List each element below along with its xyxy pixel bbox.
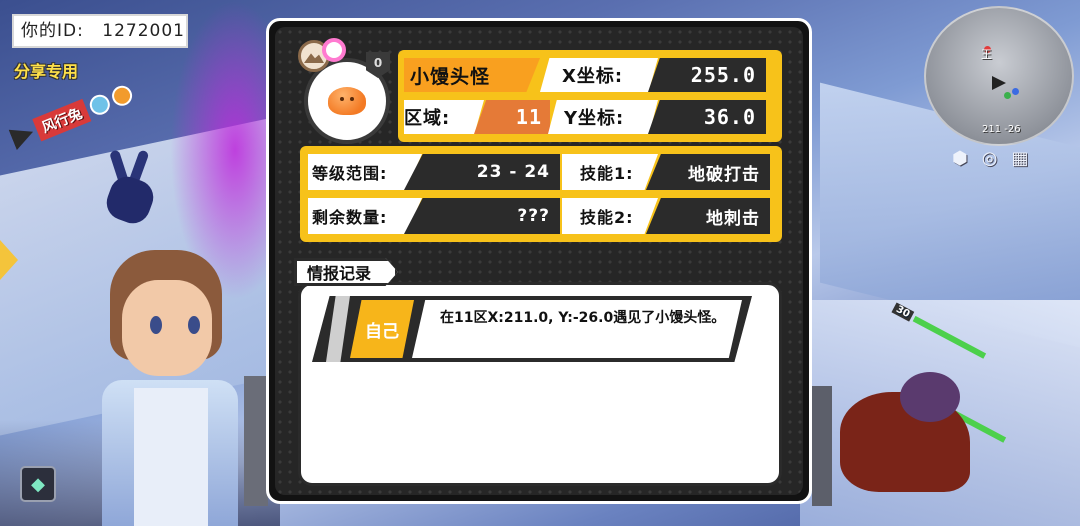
- player-id-label: 你的ID:: [21, 21, 84, 41]
- zone-value-cell: 11: [474, 100, 550, 134]
- player-id-value: 1272001: [102, 21, 185, 41]
- background-structure: [244, 376, 268, 506]
- mountain-icon: [304, 53, 324, 63]
- background-structure: [812, 386, 832, 506]
- monster-avatar: 0: [298, 38, 394, 144]
- character-apron: [134, 388, 208, 526]
- zone-label-cell: 区域:: [404, 100, 484, 134]
- record-text: 在11区X:211.0, Y:-26.0遇见了小馒头怪。: [440, 310, 726, 326]
- skill-slot-button[interactable]: ◆: [20, 466, 56, 502]
- skill1-label-cell: 技能1:: [562, 154, 658, 190]
- remaining-value-cell: ???: [404, 198, 560, 234]
- level-range-value-cell: 23 - 24: [404, 154, 560, 190]
- remaining-count-label: 剩余数量:: [312, 208, 388, 227]
- minimap[interactable]: 王 211 -26: [924, 6, 1074, 146]
- remaining-label-cell: 剩余数量:: [308, 198, 422, 234]
- bunny-ear-icon: [86, 91, 113, 118]
- x-coordinate-label: X坐标:: [562, 66, 624, 87]
- x-coordinate-label-cell: X坐标:: [540, 58, 658, 92]
- zone-label: 区域:: [404, 108, 451, 129]
- skill2-label-cell: 技能2:: [562, 198, 658, 234]
- map-icon[interactable]: ▦: [1011, 148, 1028, 169]
- target-icon[interactable]: ◎: [982, 148, 998, 169]
- player-character: [96, 250, 246, 526]
- location-pin-icon[interactable]: ⬢: [952, 148, 968, 169]
- skill1-value-cell: 地破打击: [646, 154, 770, 190]
- remaining-count-value: ???: [517, 206, 550, 226]
- skill2-label: 技能2:: [580, 208, 634, 227]
- x-coordinate-value: 255.0: [690, 63, 756, 87]
- y-coordinate-value: 36.0: [703, 105, 756, 129]
- skill1-value: 地破打击: [688, 164, 760, 185]
- red-monster[interactable]: [830, 372, 980, 492]
- player-id-box: 你的ID: 1272001: [12, 14, 188, 48]
- ally-marker: [1012, 88, 1019, 95]
- minimap-place-name: 王: [981, 48, 992, 61]
- element-ring-icon: [322, 38, 346, 62]
- skill2-value-cell: 地刺击: [646, 198, 770, 234]
- character-eye: [150, 316, 162, 334]
- skill1-label: 技能1:: [580, 164, 634, 183]
- zone-value: 11: [515, 105, 542, 129]
- player-direction-icon: [992, 76, 1006, 90]
- minimap-toolbar: ⬢ ◎ ▦: [952, 148, 1028, 169]
- share-only-label: 分享专用: [14, 62, 79, 81]
- level-range-value: 23 - 24: [476, 162, 550, 182]
- x-coordinate-value-cell: 255.0: [648, 58, 766, 92]
- y-coordinate-value-cell: 36.0: [648, 100, 766, 134]
- list-item[interactable]: 自己 在11区X:211.0, Y:-26.0遇见了小馒头怪。: [312, 296, 752, 362]
- diamond-icon: ◆: [31, 473, 45, 495]
- y-coordinate-label-cell: Y坐标:: [548, 100, 658, 134]
- skill2-value: 地刺击: [706, 208, 760, 229]
- monster-name: 小馒头怪: [410, 65, 491, 88]
- level-range-label: 等级范围:: [312, 164, 388, 183]
- intel-section-title: 情报记录: [294, 258, 398, 286]
- character-eye: [188, 316, 200, 334]
- minimap-coords: 211 -26: [982, 124, 1021, 135]
- monster-name-cell: 小馒头怪: [404, 58, 540, 92]
- slime-icon: [328, 87, 366, 115]
- ally-marker: [1004, 92, 1011, 99]
- level-range-label-cell: 等级范围:: [308, 154, 422, 190]
- bunny-monster[interactable]: [92, 149, 172, 230]
- monster-head: [900, 372, 960, 422]
- bunny-body: [101, 171, 159, 229]
- y-coordinate-label: Y坐标:: [564, 108, 625, 129]
